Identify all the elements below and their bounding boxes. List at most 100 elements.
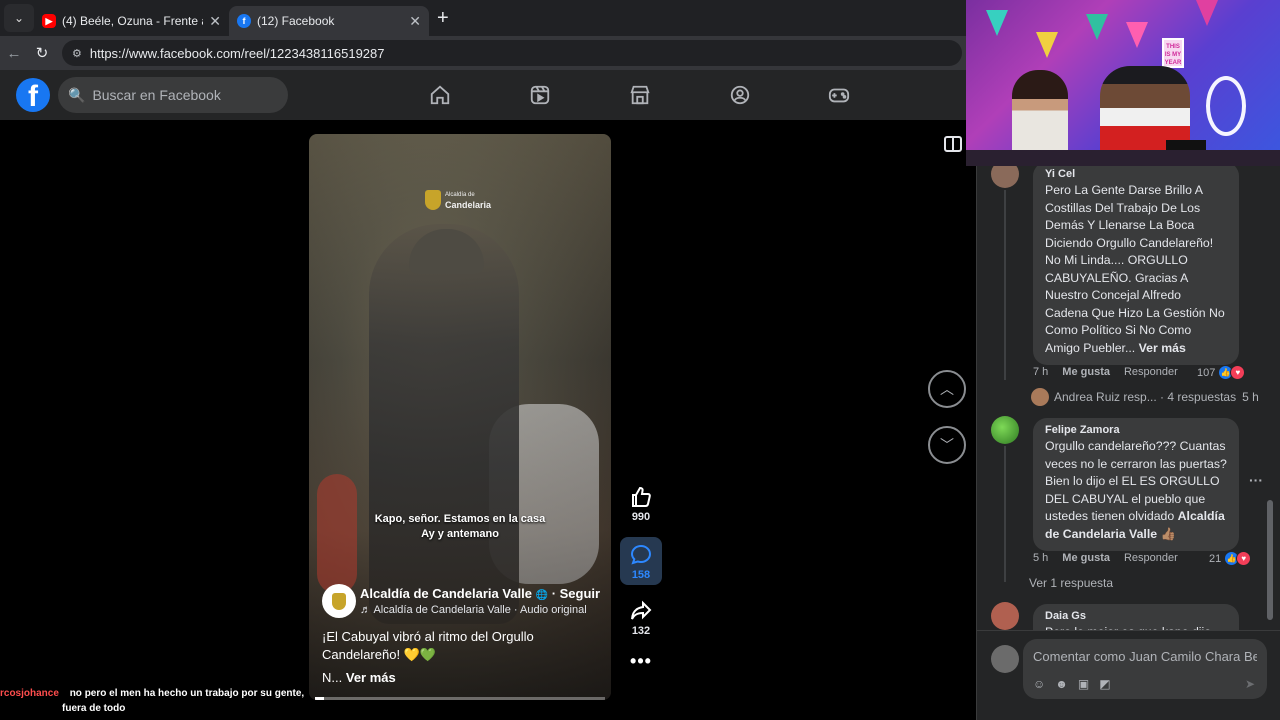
comment-meta: 7 h Me gusta Responder — [1033, 366, 1192, 378]
comment-text: Pero La Gente Darse Brillo A Costillas D… — [1045, 183, 1225, 355]
reaction-count: 107 — [1197, 366, 1216, 379]
decoration-flag — [986, 10, 1008, 36]
reaction-count: 21 — [1209, 552, 1222, 565]
emoji-icon[interactable]: ☻ — [1055, 677, 1068, 691]
subtitle-line-1: Kapo, señor. Estamos en la casa — [374, 513, 546, 525]
close-icon[interactable]: ✕ — [409, 13, 421, 30]
youtube-icon: ▶ — [42, 14, 56, 28]
reload-icon[interactable]: ↻ — [28, 44, 56, 62]
chevron-up-icon: ︿ — [940, 381, 954, 397]
love-reaction-icon: ♥ — [1236, 551, 1252, 566]
browser-tab-youtube[interactable]: ▶ (4) Beéle, Ozuna - Frente al Mar (O ✕ — [34, 6, 229, 36]
page-name-link[interactable]: Alcaldía de Candelaria Valle — [360, 586, 532, 601]
reply-avatar — [1031, 388, 1049, 406]
reel-info: Alcaldía de Candelaria Valle 🌐 · Seguir … — [322, 584, 602, 685]
shield-icon — [425, 190, 441, 210]
shield-icon — [332, 592, 346, 610]
chevron-down-icon: ﹀ — [940, 437, 954, 453]
browser-tab-bar: ⌄ ▶ (4) Beéle, Ozuna - Frente al Mar (O … — [0, 0, 966, 36]
view-replies-link[interactable]: Ver 1 respuesta — [1029, 576, 1113, 590]
search-icon: 🔍 — [68, 86, 86, 103]
back-icon[interactable]: ← — [0, 45, 28, 62]
streamer-webcam: THIS IS MY YEAR — [966, 0, 1280, 166]
previous-reel-button[interactable]: ︿ — [928, 370, 966, 408]
avatar-sticker-icon[interactable]: ☺ — [1033, 677, 1045, 691]
comment-icon — [630, 544, 652, 565]
comments-scrollbar[interactable] — [1267, 500, 1273, 620]
url-field[interactable]: ⚙ https://www.facebook.com/reel/12234381… — [62, 40, 962, 66]
sticker-icon[interactable]: ◩ — [1099, 677, 1110, 691]
marketplace-icon[interactable] — [627, 82, 653, 108]
video-progress-bar[interactable] — [315, 697, 605, 700]
subtitle-line-2: Ay y antemano — [421, 528, 499, 540]
comment-bubble: Yi Cel Pero La Gente Darse Brillo A Cost… — [1033, 162, 1239, 365]
reel-video[interactable]: Alcaldía de Candelaria Kapo, señor. Esta… — [309, 134, 611, 700]
video-progress-fill — [315, 697, 324, 700]
comment-button[interactable]: 158 — [620, 537, 662, 585]
next-reel-button[interactable]: ﹀ — [928, 426, 966, 464]
gaming-icon[interactable] — [826, 82, 852, 108]
comment-like-button[interactable]: Me gusta — [1062, 552, 1110, 564]
browser-tab-facebook[interactable]: f (12) Facebook ✕ — [229, 6, 429, 36]
groups-icon[interactable] — [727, 82, 753, 108]
tab-search-button[interactable]: ⌄ — [4, 4, 34, 32]
love-reaction-icon: ♥ — [1230, 365, 1246, 380]
see-more-link[interactable]: Ver más — [346, 670, 396, 685]
follow-button[interactable]: · Seguir — [552, 586, 600, 601]
like-button[interactable]: 990 — [620, 485, 662, 523]
share-icon — [631, 600, 652, 620]
close-icon[interactable]: ✕ — [209, 13, 221, 30]
comment-emoji: 👍🏽 — [1160, 526, 1176, 541]
layout-toggle-icon[interactable] — [944, 136, 962, 152]
chat-text-line-1: no pero el men ha hecho un trabajo por s… — [69, 688, 305, 699]
more-options-button[interactable]: ••• — [620, 651, 662, 672]
chevron-down-icon: ⌄ — [13, 11, 25, 25]
see-more-link[interactable]: Ver más — [1139, 341, 1186, 355]
comment-author[interactable]: Daia Gs — [1045, 610, 1227, 622]
comment-options-button[interactable]: ··· — [1249, 472, 1263, 488]
comment-author[interactable]: Yi Cel — [1045, 168, 1227, 180]
new-tab-button[interactable]: + — [437, 7, 449, 30]
current-user-avatar[interactable] — [991, 645, 1019, 673]
webcam-sign: THIS IS MY YEAR — [1162, 38, 1184, 68]
thread-line — [1004, 446, 1006, 582]
facebook-search-input[interactable]: 🔍 Buscar en Facebook — [58, 77, 288, 113]
comment-bubble: Felipe Zamora Orgullo candelareño??? Cua… — [1033, 418, 1239, 551]
site-info-icon[interactable]: ⚙ — [72, 47, 82, 60]
reel-stage: Alcaldía de Candelaria Kapo, señor. Esta… — [0, 120, 976, 720]
comment-time: 5 h — [1033, 552, 1049, 564]
share-button[interactable]: 132 — [620, 599, 662, 637]
reel-actions: 990 158 132 ••• — [620, 485, 662, 672]
decoration-flag — [1196, 0, 1218, 26]
home-icon[interactable] — [427, 82, 453, 108]
send-icon[interactable]: ➤ — [1245, 677, 1255, 691]
video-subtitle: Kapo, señor. Estamos en la casa Ay y ant… — [309, 512, 611, 542]
watermark-line-2: Candelaria — [445, 200, 492, 210]
comment-reply-button[interactable]: Responder — [1124, 366, 1178, 378]
tab-title: (12) Facebook — [257, 14, 335, 28]
comment-like-button[interactable]: Me gusta — [1062, 366, 1110, 378]
page-avatar[interactable] — [322, 584, 356, 618]
like-count: 990 — [631, 511, 651, 523]
comment-count: 158 — [631, 569, 651, 581]
facebook-logo[interactable]: f — [16, 78, 50, 112]
comment-reactions[interactable]: 21 👍 ♥ — [1209, 551, 1252, 566]
url-text: https://www.facebook.com/reel/1223438116… — [89, 45, 385, 61]
comment-input[interactable]: Comentar como Juan Camilo Chara Be... ☺ … — [1023, 639, 1267, 699]
comment-reply-button[interactable]: Responder — [1124, 552, 1178, 564]
chat-username: rcosjohance — [0, 688, 59, 699]
audio-link[interactable]: ♬ Alcaldía de Candelaria Valle · Audio o… — [360, 604, 600, 616]
reels-icon[interactable] — [527, 82, 553, 108]
comment-input-placeholder: Comentar como Juan Camilo Chara Be... — [1033, 649, 1257, 664]
video-performer — [369, 224, 519, 624]
comment-author[interactable]: Felipe Zamora — [1045, 424, 1227, 436]
commenter-avatar[interactable] — [991, 416, 1019, 444]
commenter-avatar[interactable] — [991, 602, 1019, 630]
address-bar: ← ↻ ⚙ https://www.facebook.com/reel/1223… — [0, 36, 966, 70]
view-replies-link[interactable]: Andrea Ruiz resp... · 4 respuestas 5 h — [1031, 388, 1259, 406]
comment-reactions[interactable]: 107 👍 ♥ — [1197, 365, 1246, 380]
decoration-flag — [1126, 22, 1148, 48]
ring-light — [1206, 76, 1246, 136]
gif-icon[interactable]: ▣ — [1078, 677, 1089, 691]
comments-panel: Yi Cel Pero La Gente Darse Brillo A Cost… — [976, 120, 1280, 720]
